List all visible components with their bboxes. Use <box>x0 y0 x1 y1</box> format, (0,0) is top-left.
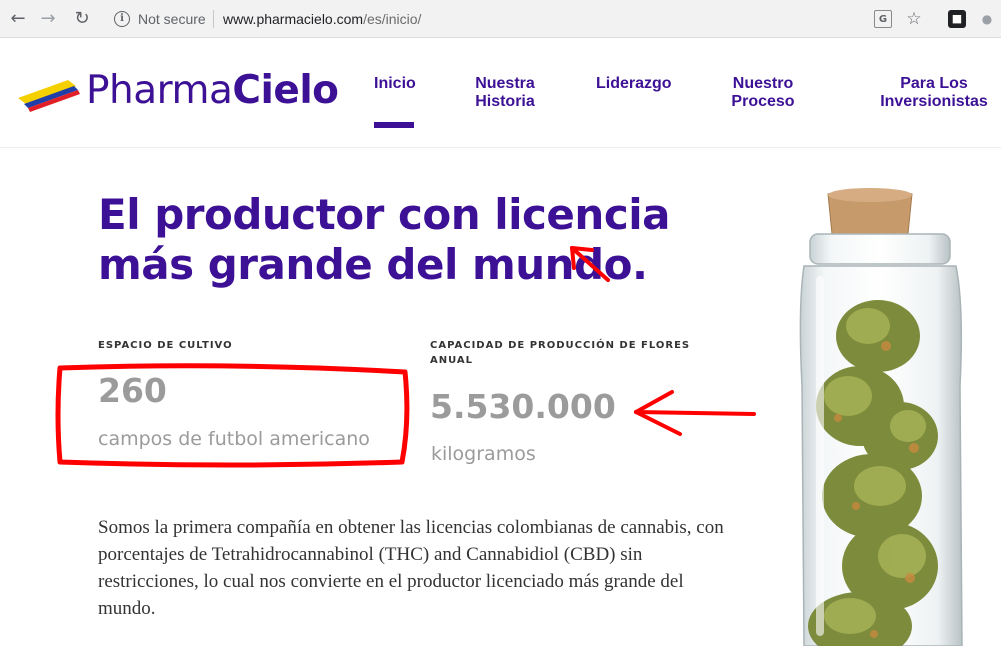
stat-unit-cultivo: campos de futbol americano <box>98 428 370 450</box>
hero-headline: El productor con licencia más grande del… <box>98 190 670 289</box>
info-icon[interactable]: i <box>114 11 130 27</box>
brand-logo[interactable]: PharmaCielo <box>86 68 339 113</box>
security-status[interactable]: Not secure <box>138 11 206 27</box>
reload-icon[interactable]: ↻ <box>72 9 92 29</box>
forward-arrow-icon[interactable]: → <box>38 9 58 29</box>
site-header: PharmaCielo Inicio Nuestra Historia Lide… <box>0 38 1001 148</box>
nav-active-indicator <box>374 122 414 128</box>
intro-paragraph: Somos la primera compañía en obtener las… <box>98 517 724 619</box>
address-bar[interactable]: www.pharmacielo.com/es/inicio/ <box>223 11 421 27</box>
browser-toolbar: ← → ↻ i Not secure www.pharmacielo.com/e… <box>0 0 1001 38</box>
profile-icon[interactable]: ● <box>978 10 996 28</box>
brand-name-bold: Cielo <box>232 68 339 113</box>
flag-logo-icon[interactable] <box>16 74 80 114</box>
nav-inversionistas[interactable]: Para Los Inversionistas <box>878 75 990 111</box>
nav-inicio[interactable]: Inicio <box>374 75 416 93</box>
stat-label-cultivo: ESPACIO DE CULTIVO <box>98 340 233 351</box>
cannabis-jar-image <box>799 188 963 646</box>
nav-nuestra-historia[interactable]: Nuestra Historia <box>470 75 540 111</box>
url-domain: www.pharmacielo.com <box>223 11 364 27</box>
stat-value-cultivo: 260 <box>98 371 167 410</box>
url-separator <box>213 10 214 28</box>
url-path: /es/inicio/ <box>363 11 422 27</box>
annotation-arrow-left <box>634 390 756 436</box>
stat-label-produccion: CAPACIDAD DE PRODUCCIÓN DE FLORES ANUAL <box>430 340 691 366</box>
back-arrow-icon[interactable]: ← <box>8 9 28 29</box>
extension-icon[interactable]: ■ <box>948 10 966 28</box>
translate-icon[interactable]: G <box>874 10 892 28</box>
bookmark-star-icon[interactable]: ☆ <box>905 10 923 28</box>
stat-unit-produccion: kilogramos <box>431 443 536 465</box>
brand-name-regular: Pharma <box>86 68 233 113</box>
nav-nuestro-proceso[interactable]: Nuestro Proceso <box>726 75 800 111</box>
stat-value-produccion: 5.530.000 <box>430 387 616 426</box>
nav-liderazgo[interactable]: Liderazgo <box>596 75 672 93</box>
